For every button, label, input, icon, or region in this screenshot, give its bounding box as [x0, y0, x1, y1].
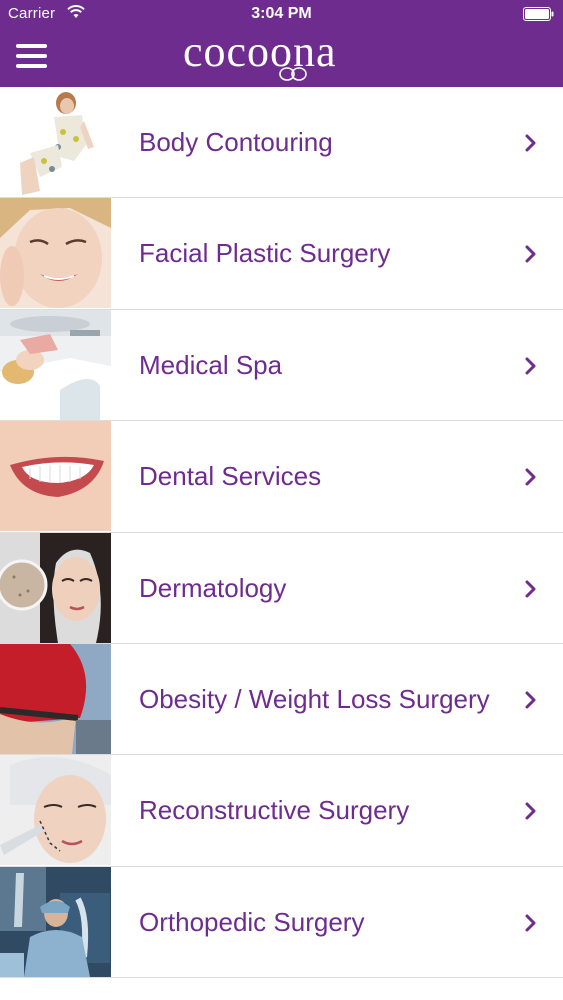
list-item-label: Dermatology [139, 572, 287, 603]
menu-button[interactable] [14, 41, 50, 71]
chevron-right-icon [525, 245, 536, 263]
logo-ribbon-icon [279, 67, 307, 81]
chevron-right-icon [525, 134, 536, 152]
list-item-label: Reconstructive Surgery [139, 795, 410, 826]
dermatology-photo [0, 532, 111, 643]
body-contouring-photo [0, 87, 111, 197]
chevron-right-icon [525, 357, 536, 375]
menu-bar-icon [16, 44, 47, 48]
service-list: Body Contouring Facial Plastic Surgery M… [0, 87, 563, 979]
battery-icon [523, 7, 554, 21]
weight-loss-photo [0, 643, 111, 754]
app-header: Carrier 3:04 PM cocoona [0, 0, 563, 87]
list-item-weight-loss-surgery[interactable]: Obesity / Weight Loss Surgery [0, 643, 563, 756]
status-time: 3:04 PM [251, 5, 312, 22]
list-item-label: Facial Plastic Surgery [139, 238, 391, 269]
list-item-dental-services[interactable]: Dental Services [0, 421, 563, 533]
chevron-right-icon [525, 468, 536, 486]
medical-spa-photo [0, 309, 111, 420]
list-item-facial-plastic-surgery[interactable]: Facial Plastic Surgery [0, 198, 563, 310]
list-item-body-contouring[interactable]: Body Contouring [0, 87, 563, 199]
menu-bar-icon [16, 64, 47, 68]
status-bar: Carrier 3:04 PM [0, 0, 563, 28]
chevron-right-icon [525, 580, 536, 598]
facial-plastic-surgery-photo [0, 198, 111, 309]
list-item-reconstructive-surgery[interactable]: Reconstructive Surgery [0, 755, 563, 867]
list-item-label: Body Contouring [139, 127, 333, 157]
list-item-label: Dental Services [139, 461, 322, 492]
list-item-label: Orthopedic Surgery [139, 906, 365, 937]
menu-bar-icon [16, 54, 47, 58]
orthopedic-surgery-photo [0, 866, 111, 977]
cocoona-logo: cocoona [183, 30, 383, 82]
reconstructive-surgery-photo [0, 755, 111, 866]
list-item-medical-spa[interactable]: Medical Spa [0, 309, 563, 422]
list-item-orthopedic-surgery[interactable]: Orthopedic Surgery [0, 866, 563, 979]
chevron-right-icon [525, 802, 536, 820]
chevron-right-icon [525, 691, 536, 709]
chevron-right-icon [525, 914, 536, 932]
list-item-dermatology[interactable]: Dermatology [0, 532, 563, 644]
list-item-label: Obesity / Weight Loss Surgery [139, 683, 490, 714]
dental-services-photo [0, 421, 111, 532]
list-item-label: Medical Spa [139, 349, 283, 380]
